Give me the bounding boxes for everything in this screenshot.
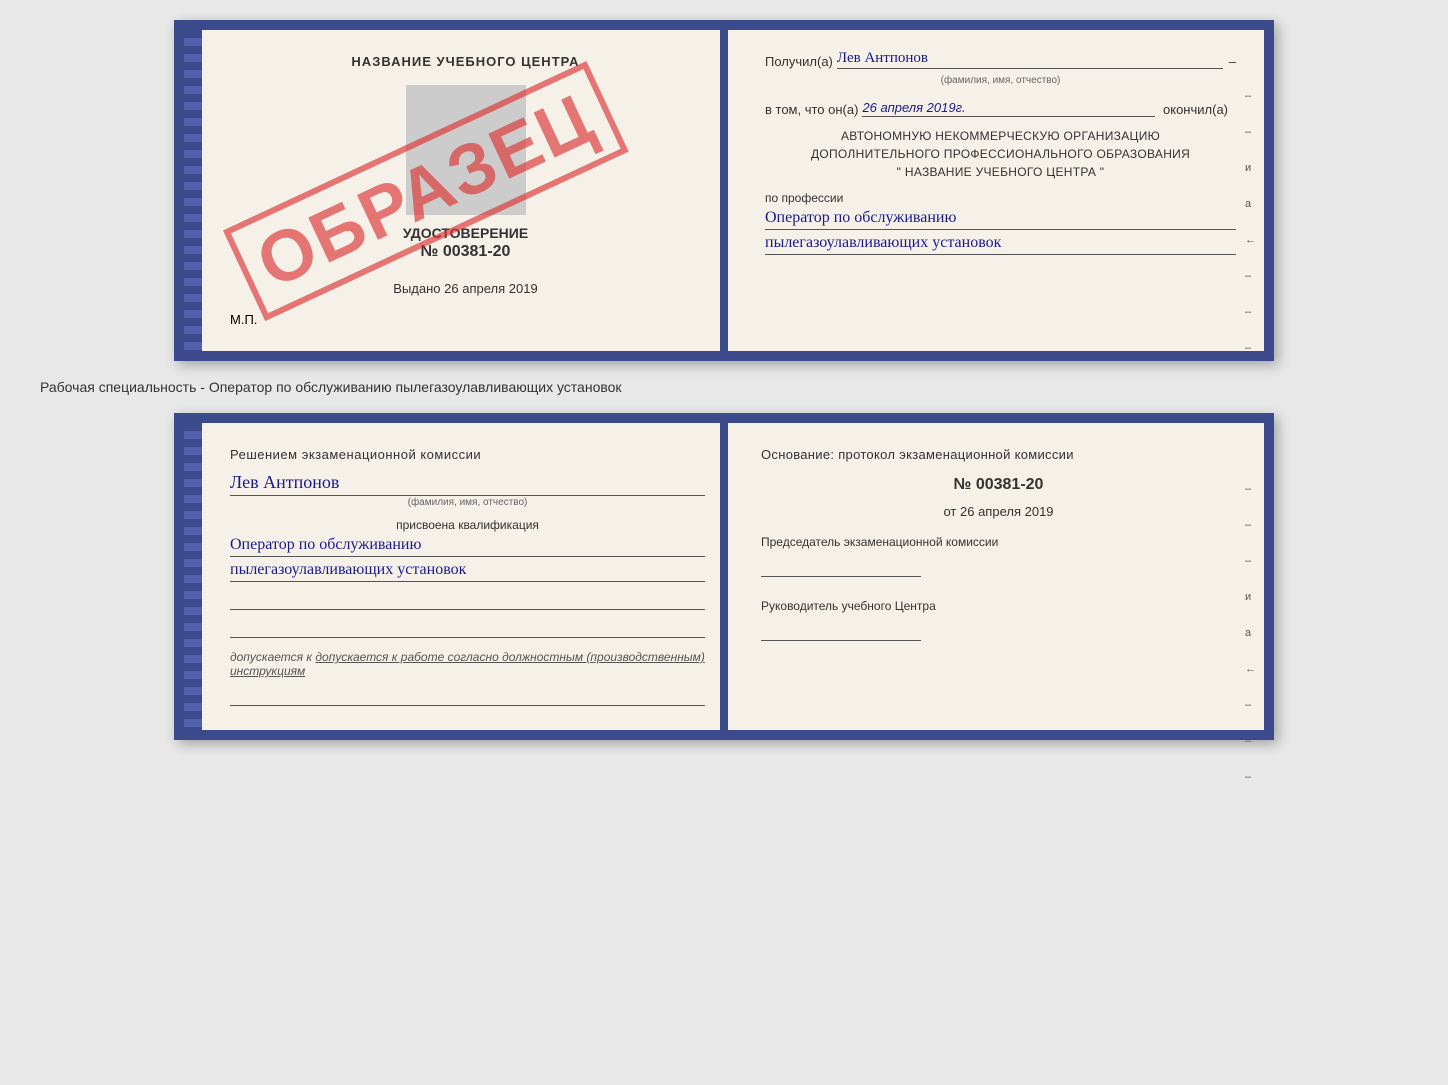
qual-protocol-number: № 00381-20 [761, 476, 1236, 494]
qual-date-value: 26 апреля 2019 [960, 504, 1054, 519]
qual-right-title: Основание: протокол экзаменационной коми… [761, 447, 1236, 462]
cert-date-value: 26 апреля 2019г. [862, 100, 1155, 117]
cert-right-page: Получил(а) Лев Антпонов – (фамилия, имя,… [729, 30, 1264, 351]
cert-profession-line2: пылегазоулавливающих установок [765, 234, 1236, 255]
qual-left-page: Решением экзаменационной комиссии Лев Ан… [202, 423, 733, 730]
qual-name-value: Лев Антпонов [230, 472, 705, 493]
qual-section-title: Решением экзаменационной комиссии [230, 447, 705, 462]
qual-chairman-label: Председатель экзаменационной комиссии [761, 533, 1236, 551]
qual-chairman-sig-line [761, 559, 921, 577]
cert-org-line3: " НАЗВАНИЕ УЧЕБНОГО ЦЕНТРА " [765, 163, 1236, 181]
cert-profession-label: по профессии [765, 191, 1236, 205]
cert-dash-1: – [1229, 54, 1236, 69]
qual-director-block: Руководитель учебного Центра [761, 597, 1236, 641]
qual-prof-line1: Оператор по обслуживанию [230, 536, 705, 557]
qual-blank-1 [230, 590, 705, 610]
qualification-book: Решением экзаменационной комиссии Лев Ан… [174, 413, 1274, 740]
cert-mp: М.П. [230, 312, 701, 327]
qual-date-prefix: от [943, 504, 956, 519]
qual-name-sub: (фамилия, имя, отчество) [230, 495, 705, 508]
qual-blank-2 [230, 618, 705, 638]
qual-director-label: Руководитель учебного Центра [761, 597, 1236, 615]
cert-received-label: Получил(а) [765, 54, 833, 69]
qual-director-sig-line [761, 623, 921, 641]
qual-date-row: от 26 апреля 2019 [761, 504, 1236, 519]
qual-prof-line2: пылегазоулавливающих установок [230, 561, 705, 582]
cert-right-marks: – – и а ← – – – [1245, 90, 1256, 354]
document-container: НАЗВАНИЕ УЧЕБНОГО ЦЕНТРА УДОСТОВЕРЕНИЕ №… [20, 20, 1428, 740]
cert-date-row: в том, что он(а) 26 апреля 2019г. окончи… [765, 100, 1236, 117]
qual-admission-text: допускается к допускается к работе согла… [230, 650, 705, 678]
qual-blank-3 [230, 686, 705, 706]
qual-assigned-label: присвоена квалификация [230, 518, 705, 532]
certificate-book: НАЗВАНИЕ УЧЕБНОГО ЦЕНТРА УДОСТОВЕРЕНИЕ №… [174, 20, 1274, 361]
cert-profession-line1: Оператор по обслуживанию [765, 209, 1236, 230]
cert-doc-number: № 00381-20 [230, 243, 701, 261]
cert-received-row: Получил(а) Лев Антпонов – [765, 50, 1236, 69]
qual-admission-prefix: допускается к [230, 650, 315, 664]
cert-date-suffix: окончил(а) [1163, 102, 1228, 117]
middle-label: Рабочая специальность - Оператор по обсл… [20, 379, 622, 395]
cert-org-line1: АВТОНОМНУЮ НЕКОММЕРЧЕСКУЮ ОРГАНИЗАЦИЮ [765, 127, 1236, 145]
qual-chairman-block: Председатель экзаменационной комиссии [761, 533, 1236, 577]
cert-issued-date: 26 апреля 2019 [444, 281, 538, 296]
cert-name-sub: (фамилия, имя, отчество) [765, 75, 1236, 86]
cert-org-text: АВТОНОМНУЮ НЕКОММЕРЧЕСКУЮ ОРГАНИЗАЦИЮ ДО… [765, 127, 1236, 181]
cert-received-name: Лев Антпонов [837, 50, 1223, 69]
cert-org-line2: ДОПОЛНИТЕЛЬНОГО ПРОФЕССИОНАЛЬНОГО ОБРАЗО… [765, 145, 1236, 163]
cert-left-page: НАЗВАНИЕ УЧЕБНОГО ЦЕНТРА УДОСТОВЕРЕНИЕ №… [202, 30, 729, 351]
cert-doc-label: УДОСТОВЕРЕНИЕ [230, 225, 701, 241]
qual-right-page: Основание: протокол экзаменационной коми… [733, 423, 1264, 730]
qual-right-marks: – – – и а ← – – – [1245, 483, 1256, 783]
cert-issued-label: Выдано [393, 281, 440, 296]
cert-issued-text: Выдано 26 апреля 2019 [230, 281, 701, 296]
cert-date-prefix: в том, что он(а) [765, 102, 858, 117]
cert-photo [406, 85, 526, 215]
cert-school-title: НАЗВАНИЕ УЧЕБНОГО ЦЕНТРА [230, 54, 701, 69]
